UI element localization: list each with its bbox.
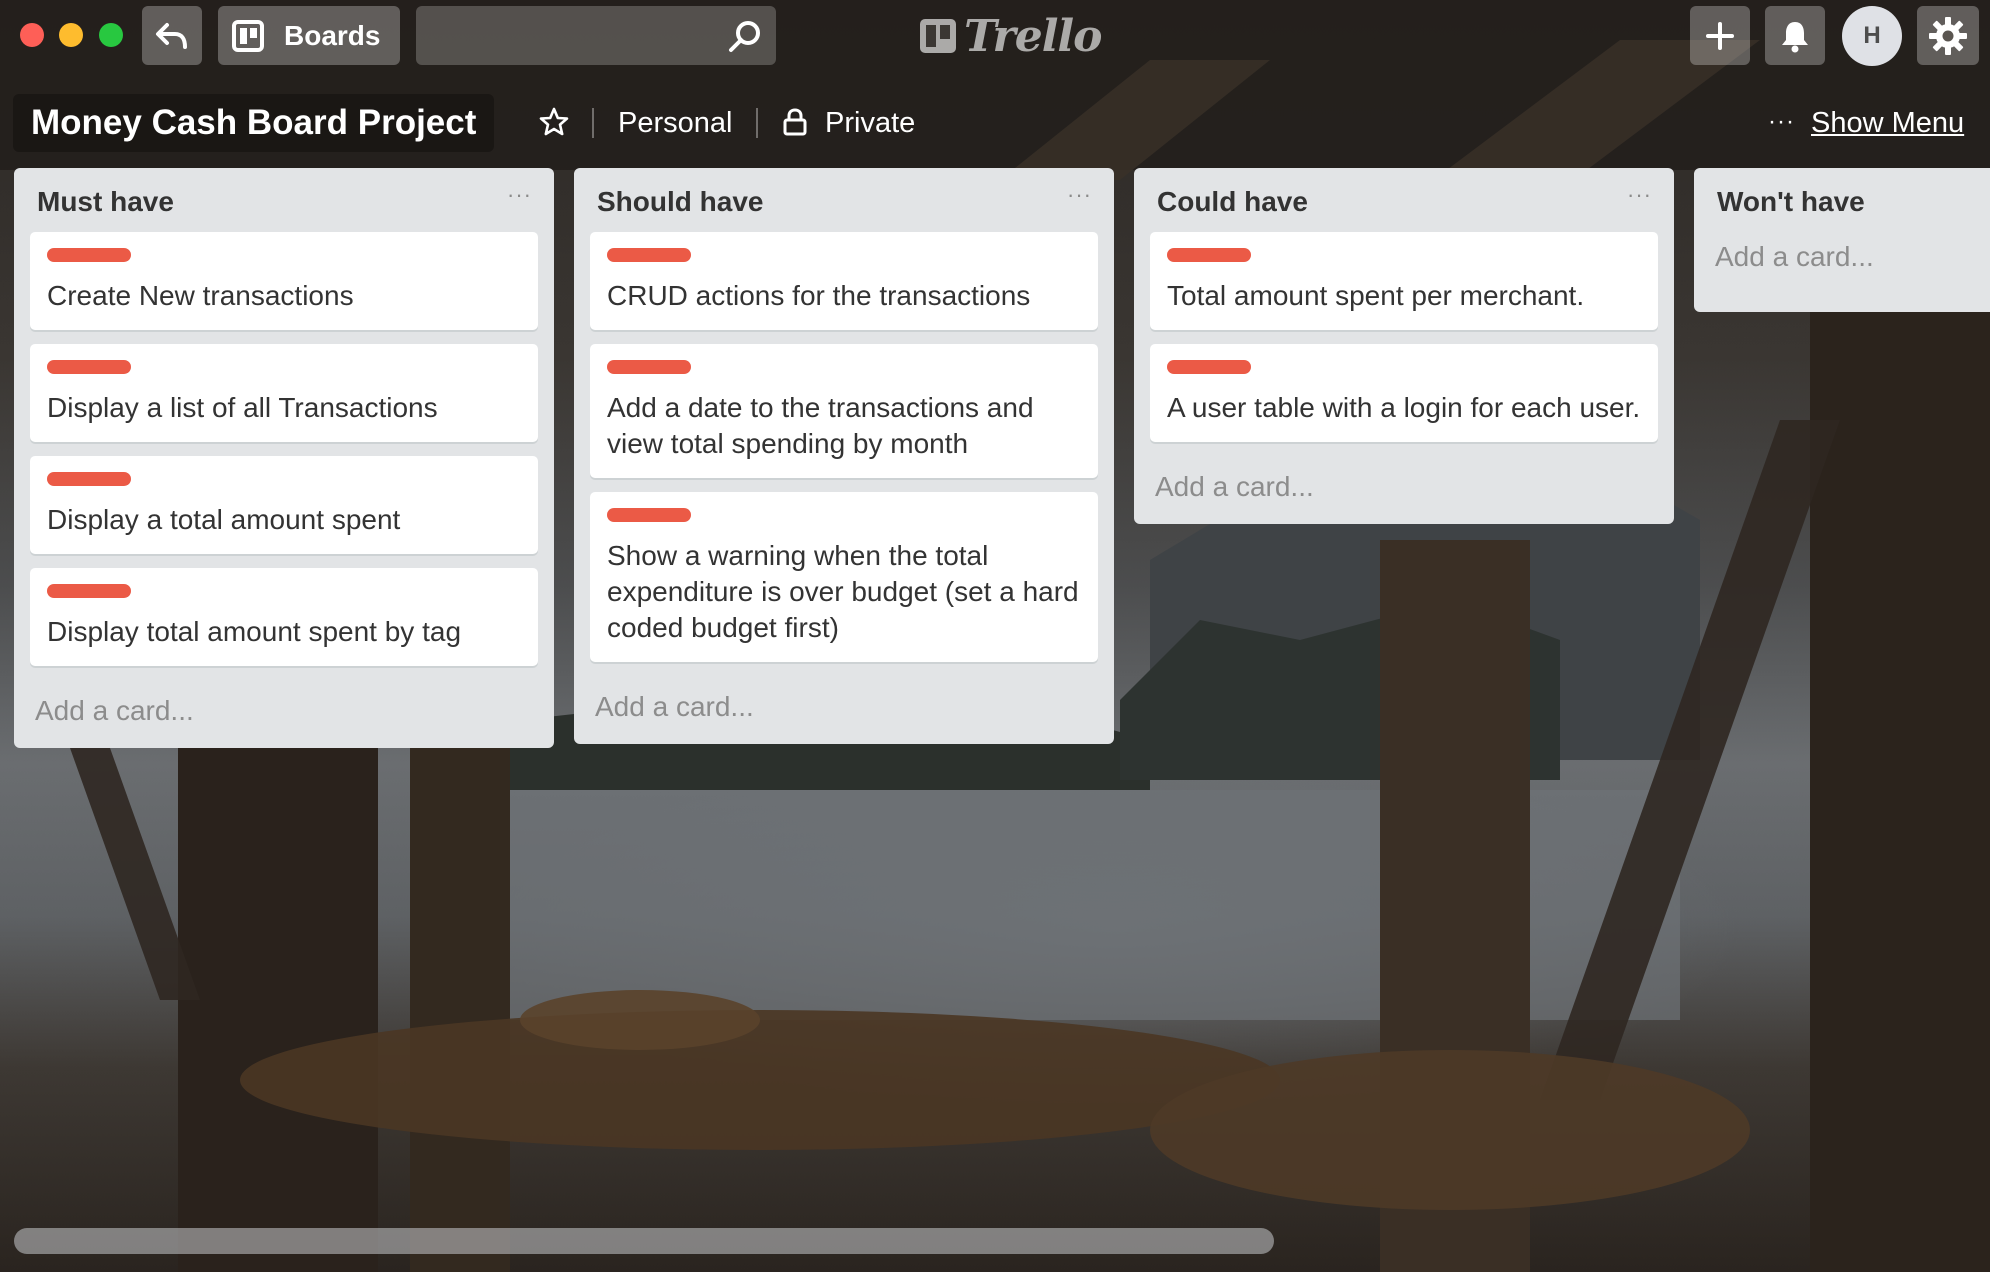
card-label-red [47,472,131,486]
card[interactable]: Total amount spent per merchant. [1150,232,1658,330]
card-label-red [607,508,691,522]
card-title: Display a total amount spent [47,504,401,535]
boards-icon [232,19,264,52]
card-label-red [1167,360,1251,374]
list-could-have: Could have ··· Total amount spent per me… [1134,168,1674,524]
add-card-button[interactable]: Add a card... [574,676,1114,744]
trello-logo-text: Trello [964,10,1102,62]
card-label-red [47,584,131,598]
card-label-red [607,248,691,262]
window-close-button[interactable] [20,23,44,47]
header-divider [756,108,758,138]
notifications-button[interactable] [1765,6,1825,65]
list-wont-have: Won't have Add a card... [1694,168,1990,312]
top-bar: Boards Trello H [0,0,1990,72]
card[interactable]: Display total amount spent by tag [30,568,538,666]
list-title[interactable]: Must have [37,186,174,218]
visibility-button[interactable]: Private [825,94,915,152]
trello-logo-icon [920,19,956,53]
card-title: Total amount spent per merchant. [1167,280,1585,311]
list-title[interactable]: Could have [1157,186,1308,218]
show-menu-link[interactable]: Show Menu [1811,94,1964,152]
card[interactable]: Add a date to the transactions and view … [590,344,1098,478]
card[interactable]: Show a warning when the total expenditur… [590,492,1098,662]
header-divider [592,108,594,138]
list-must-have: Must have ··· Create New transactions Di… [14,168,554,748]
list-should-have: Should have ··· CRUD actions for the tra… [574,168,1114,744]
card-container: Create New transactions Display a list o… [14,232,554,666]
avatar[interactable]: H [1842,6,1902,66]
list-title[interactable]: Won't have [1717,186,1865,218]
list-menu-icon[interactable]: ··· [1627,182,1652,208]
plus-icon [1706,21,1734,50]
card[interactable]: Create New transactions [30,232,538,330]
board-horizontal-scrollbar[interactable] [14,1228,1274,1254]
card-title: Add a date to the transactions and view … [607,392,1034,459]
card-label-red [607,360,691,374]
card[interactable]: A user table with a login for each user. [1150,344,1658,442]
add-card-button[interactable]: Add a card... [1694,232,1990,312]
card-label-red [47,248,131,262]
list-header: Could have ··· [1134,168,1674,232]
card-title: CRUD actions for the transactions [607,280,1031,311]
menu-dots-icon[interactable]: ··· [1768,108,1795,136]
boards-label: Boards [284,19,381,51]
window-minimize-button[interactable] [59,23,83,47]
card[interactable]: Display a list of all Transactions [30,344,538,442]
bell-icon [1782,21,1808,52]
card-container: CRUD actions for the transactions Add a … [574,232,1114,662]
settings-button[interactable] [1917,6,1979,65]
list-title[interactable]: Should have [597,186,763,218]
boards-button[interactable]: Boards [218,6,400,65]
board-header: Money Cash Board Project Personal Privat… [0,94,1990,152]
card-label-red [1167,248,1251,262]
card-title: Display total amount spent by tag [47,616,462,647]
card[interactable]: Display a total amount spent [30,456,538,554]
lock-icon [783,108,807,136]
list-header: Won't have [1694,168,1990,232]
list-header: Must have ··· [14,168,554,232]
card[interactable]: CRUD actions for the transactions [590,232,1098,330]
trello-logo[interactable]: Trello [918,11,1102,62]
board-title[interactable]: Money Cash Board Project [13,94,495,152]
card-title: Display a list of all Transactions [47,392,438,423]
back-arrow-icon [156,22,187,49]
card-title: A user table with a login for each user. [1167,392,1641,423]
gear-icon [1929,16,1967,55]
card-container: Total amount spent per merchant. A user … [1134,232,1674,442]
team-button[interactable]: Personal [618,94,732,152]
back-button[interactable] [142,6,202,65]
list-menu-icon[interactable]: ··· [1067,182,1092,208]
add-card-button[interactable]: Add a card... [1134,456,1674,524]
search-icon[interactable] [728,20,762,54]
add-button[interactable] [1690,6,1750,65]
card-label-red [47,360,131,374]
search-box[interactable] [416,6,776,65]
search-input[interactable] [416,6,732,65]
add-card-button[interactable]: Add a card... [14,680,554,748]
list-header: Should have ··· [574,168,1114,232]
list-menu-icon[interactable]: ··· [507,182,532,208]
window-zoom-button[interactable] [99,23,123,47]
star-icon[interactable] [538,106,570,138]
card-title: Show a warning when the total expenditur… [607,540,1079,643]
card-title: Create New transactions [47,280,354,311]
